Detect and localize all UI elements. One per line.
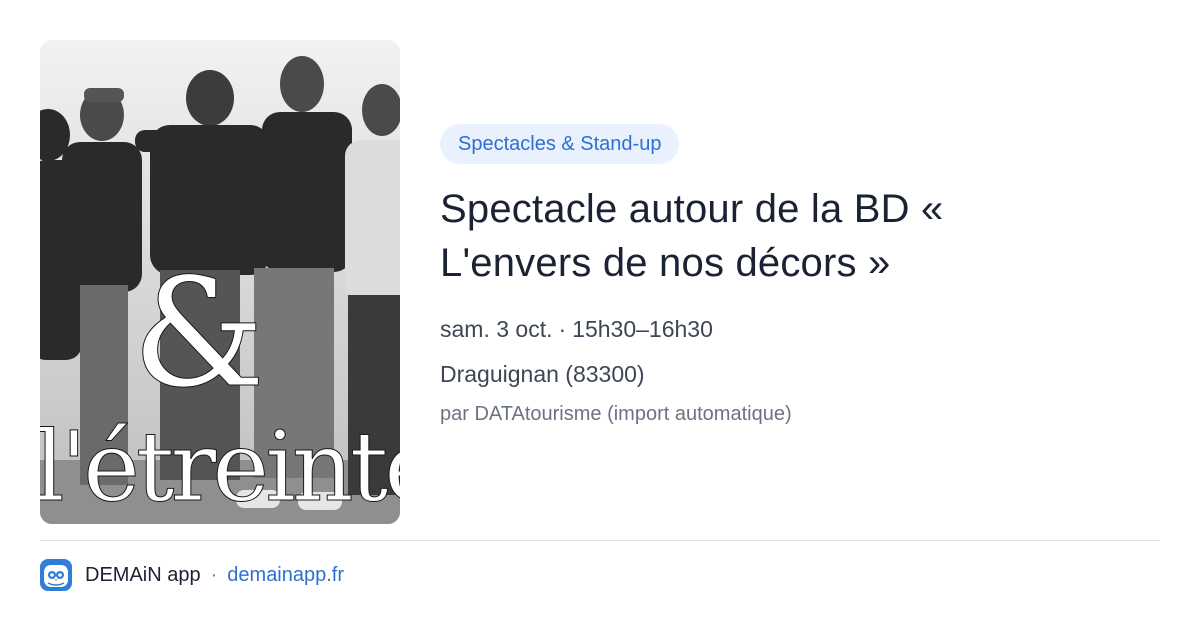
footer: DEMAiN app · demainapp.fr	[40, 558, 344, 592]
category-badge[interactable]: Spectacles & Stand-up	[440, 124, 680, 164]
event-title-line2: L'envers de nos décors »	[440, 241, 891, 285]
event-title[interactable]: Spectacle autour de la BD « L'envers de …	[440, 182, 1160, 290]
svg-text:l'étreinte: l'étreinte	[40, 411, 400, 523]
event-image[interactable]: & l'étreinte	[40, 40, 400, 524]
event-source: par DATAtourisme (import automatique)	[440, 403, 792, 425]
app-link[interactable]: demainapp.fr	[227, 564, 344, 587]
owl-icon	[40, 559, 72, 591]
event-date: sam. 3 oct.	[440, 316, 553, 342]
event-title-line1: Spectacle autour de la BD «	[440, 187, 944, 231]
event-datetime: sam. 3 oct. · 15h30–16h30	[440, 314, 1160, 344]
footer-separator: ·	[210, 563, 218, 586]
app-name: DEMAiN app	[85, 563, 201, 586]
event-card[interactable]: & l'étreinte Spectacles & Stand-up Spect…	[0, 0, 1200, 630]
footer-divider	[40, 540, 1160, 541]
event-time: 15h30–16h30	[572, 316, 713, 342]
event-location: Draguignan (83300)	[440, 361, 645, 387]
datetime-separator: ·	[558, 316, 567, 342]
event-info: Spectacles & Stand-up Spectacle autour d…	[440, 124, 1160, 427]
svg-text:&: &	[132, 247, 266, 421]
